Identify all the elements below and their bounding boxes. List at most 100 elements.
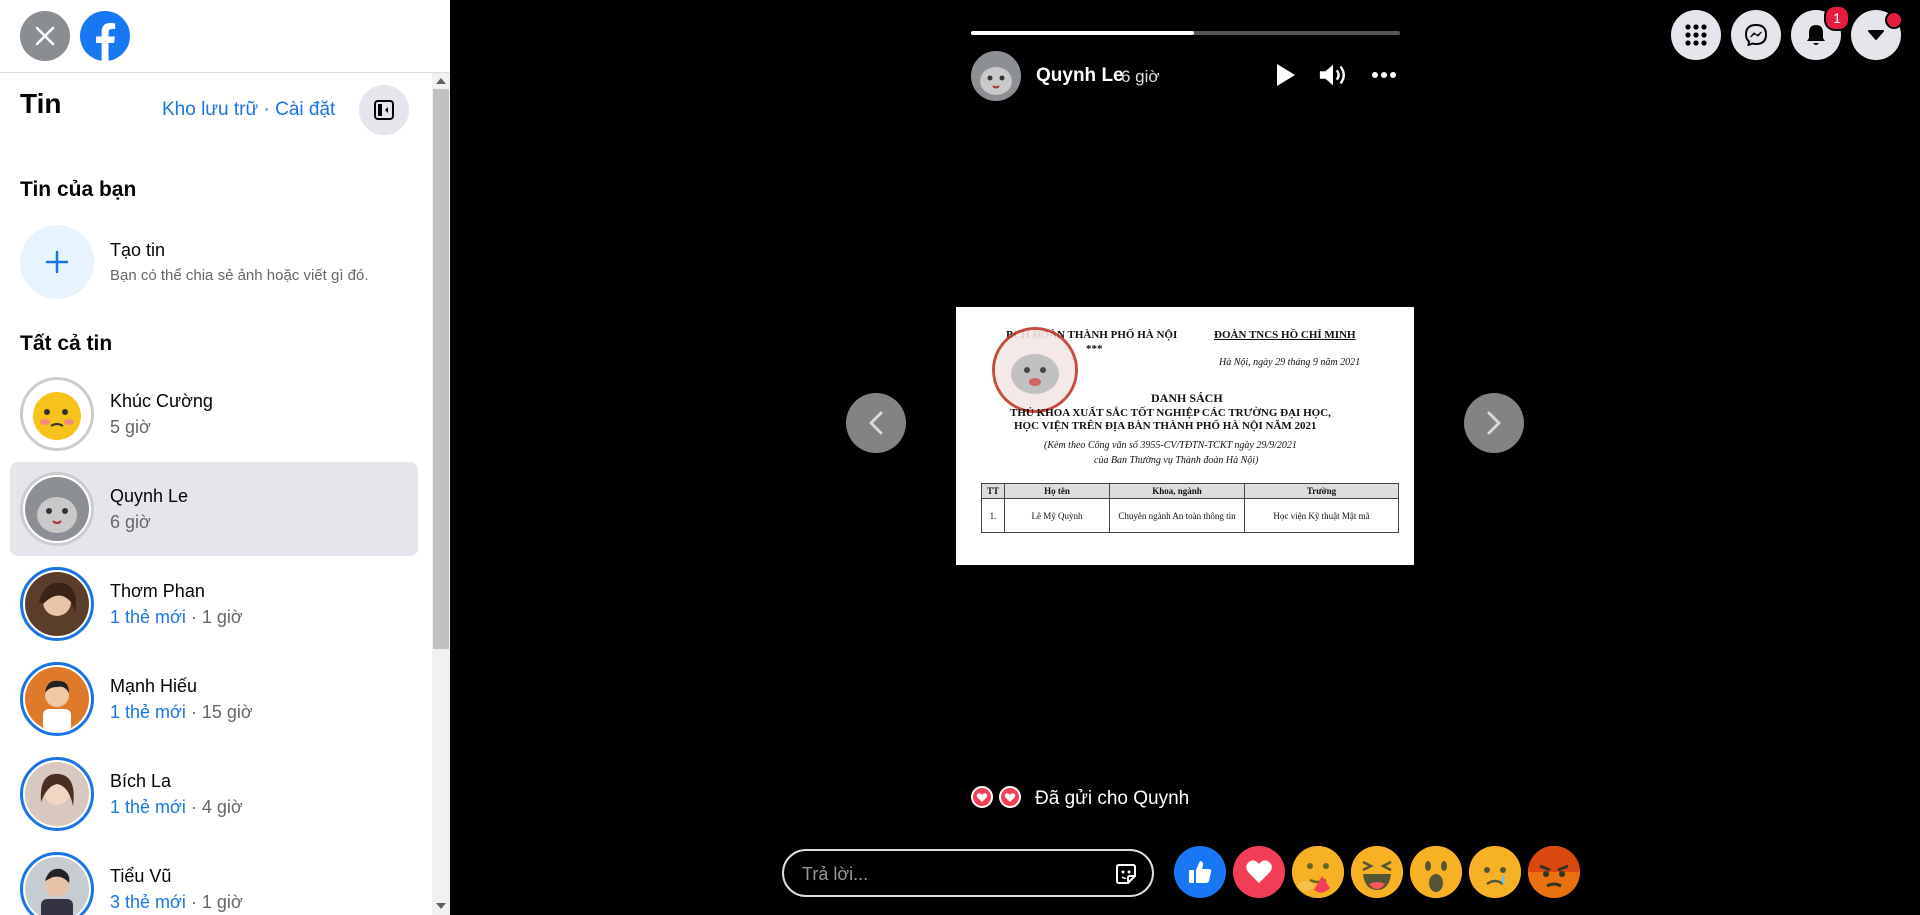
table-header-cell: Họ tên	[1004, 483, 1110, 499]
archive-link[interactable]: Kho lưu trữ	[162, 99, 258, 120]
messenger-icon	[1745, 24, 1767, 46]
sad-reaction-button[interactable]	[1469, 846, 1521, 898]
avatar	[25, 477, 89, 541]
care-reaction-button[interactable]	[1292, 846, 1344, 898]
author-avatar[interactable]	[971, 51, 1021, 101]
scroll-down-arrow[interactable]	[436, 903, 446, 909]
menu-grid-icon	[1685, 24, 1707, 46]
story-item[interactable]: Mạnh Hiếu 1 thẻ mới · 15 giờ	[10, 652, 418, 746]
avatar	[25, 572, 89, 636]
doc-table: TT Họ tên Khoa, ngành Trường 1. Lê Mỹ Qu…	[981, 483, 1399, 533]
menu-button[interactable]	[1671, 10, 1721, 60]
story-image[interactable]: BCH ĐOÀN THÀNH PHỐ HÀ NỘI *** ĐOÀN TNCS …	[956, 307, 1414, 565]
close-icon	[35, 26, 55, 46]
volume-button[interactable]	[1318, 60, 1348, 90]
doc-subtitle-1: THỦ KHOA XUẤT SẮC TỐT NGHIỆP CÁC TRƯỜNG …	[1010, 407, 1331, 419]
stamp-image	[992, 327, 1078, 413]
love-reaction-button[interactable]	[1233, 846, 1285, 898]
close-button[interactable]	[20, 11, 70, 61]
story-meta: 6 giờ	[110, 512, 151, 533]
previous-story-button[interactable]	[846, 393, 906, 453]
story-new-count: 3 thẻ mới	[110, 892, 186, 912]
story-item[interactable]: Bích La 1 thẻ mới · 4 giờ	[10, 747, 418, 841]
doc-right-header: ĐOÀN TNCS HỒ CHÍ MINH	[1214, 329, 1356, 341]
story-author-name: Tiểu Vũ	[110, 866, 172, 886]
story-time: 6 giờ	[110, 512, 151, 532]
table-header-cell: Khoa, ngành	[1109, 483, 1245, 499]
avatar-ring	[20, 757, 94, 831]
story-time: · 1 giờ	[185, 607, 243, 627]
story-item[interactable]: Thơm Phan 1 thẻ mới · 1 giờ	[10, 557, 418, 651]
doc-note-2: của Ban Thường vụ Thành đoàn Hà Nội)	[1094, 455, 1259, 466]
all-stories-heading: Tất cả tin	[20, 332, 113, 355]
story-new-count: 1 thẻ mới	[110, 702, 186, 722]
sidebar-scrollbar[interactable]	[432, 73, 450, 915]
care-icon	[1292, 846, 1344, 898]
reply-box[interactable]	[782, 849, 1154, 897]
story-time: · 1 giờ	[185, 892, 243, 912]
chevron-right-icon	[1487, 411, 1501, 435]
story-new-count: 1 thẻ mới	[110, 797, 186, 817]
story-author-name: Quynh Le	[110, 486, 189, 506]
story-meta: 1 thẻ mới · 4 giờ	[110, 797, 243, 818]
story-time: 5 giờ	[110, 417, 151, 437]
notification-badge: 1	[1824, 5, 1850, 31]
avatar	[25, 762, 89, 826]
author-name[interactable]: Quynh Le	[1036, 65, 1124, 87]
sidebar-top-bar	[0, 0, 450, 73]
avatar-ring	[20, 662, 94, 736]
messenger-button[interactable]	[1731, 10, 1781, 60]
reply-input[interactable]	[800, 861, 1094, 887]
avatar-ring	[20, 472, 94, 546]
story-item[interactable]: Tiểu Vũ 3 thẻ mới · 1 giờ	[10, 842, 418, 915]
story-meta: 1 thẻ mới · 15 giờ	[110, 702, 253, 723]
avatar-ring	[20, 377, 94, 451]
haha-reaction-button[interactable]	[1351, 846, 1403, 898]
settings-link[interactable]: Cài đặt	[275, 99, 335, 120]
story-author-name: Bích La	[110, 771, 172, 791]
create-story-button[interactable]	[20, 225, 94, 299]
table-header-row: TT Họ tên Khoa, ngành Trường	[981, 483, 1399, 499]
scroll-up-arrow[interactable]	[436, 78, 446, 84]
table-cell: Lê Mỹ Quỳnh	[1004, 498, 1110, 533]
wow-icon	[1410, 846, 1462, 898]
chevron-left-icon	[869, 411, 883, 435]
story-meta: 5 giờ	[110, 417, 151, 438]
story-time: · 4 giờ	[185, 797, 243, 817]
table-cell: Chuyên ngành An toàn thông tin	[1109, 498, 1245, 533]
doc-subtitle-2: HỌC VIỆN TRÊN ĐỊA BÀN THÀNH PHỐ HÀ NỘI N…	[1014, 420, 1317, 432]
avatar-ring	[20, 567, 94, 641]
create-story-title[interactable]: Tạo tin	[110, 240, 165, 261]
header-links: Kho lưu trữ · Cài đặt	[162, 99, 335, 121]
next-story-button[interactable]	[1464, 393, 1524, 453]
table-header-cell: Trường	[1244, 483, 1399, 499]
page-title: Tin	[20, 88, 62, 119]
sent-to-text: Đã gửi cho Quynh	[1035, 788, 1190, 809]
doc-note-1: (Kèm theo Công văn số 3955-CV/TĐTN-TCKT …	[1044, 440, 1297, 451]
create-story-subtitle: Bạn có thể chia sẻ ảnh hoặc viết gì đó.	[110, 267, 369, 284]
plus-icon	[45, 250, 69, 274]
sticker-icon[interactable]	[1114, 862, 1138, 886]
doc-title: DANH SÁCH	[1151, 391, 1223, 405]
scroll-thumb[interactable]	[433, 89, 449, 649]
sidebar-scroll-area: Tin Kho lưu trữ · Cài đặt Tin của bạn Tạ…	[0, 73, 430, 915]
link-separator: ·	[258, 99, 276, 120]
play-button[interactable]	[1270, 60, 1300, 90]
story-settings-button[interactable]	[359, 85, 409, 135]
settings-icon	[374, 100, 394, 120]
story-item-active[interactable]: Quynh Le 6 giờ	[10, 462, 418, 556]
heart-icon	[971, 786, 993, 808]
volume-icon	[1319, 64, 1345, 86]
more-icon	[1372, 72, 1396, 78]
avatar-ring	[20, 852, 94, 915]
sad-icon	[1469, 846, 1521, 898]
wow-reaction-button[interactable]	[1410, 846, 1462, 898]
more-options-button[interactable]	[1369, 60, 1399, 90]
story-author-name: Thơm Phan	[110, 581, 205, 601]
doc-date: Hà Nội, ngày 29 tháng 9 năm 2021	[1219, 357, 1361, 368]
angry-reaction-button[interactable]	[1528, 846, 1580, 898]
story-new-count: 1 thẻ mới	[110, 607, 186, 627]
facebook-logo[interactable]	[80, 11, 130, 61]
story-item[interactable]: Khúc Cường 5 giờ	[10, 367, 418, 461]
like-reaction-button[interactable]	[1174, 846, 1226, 898]
